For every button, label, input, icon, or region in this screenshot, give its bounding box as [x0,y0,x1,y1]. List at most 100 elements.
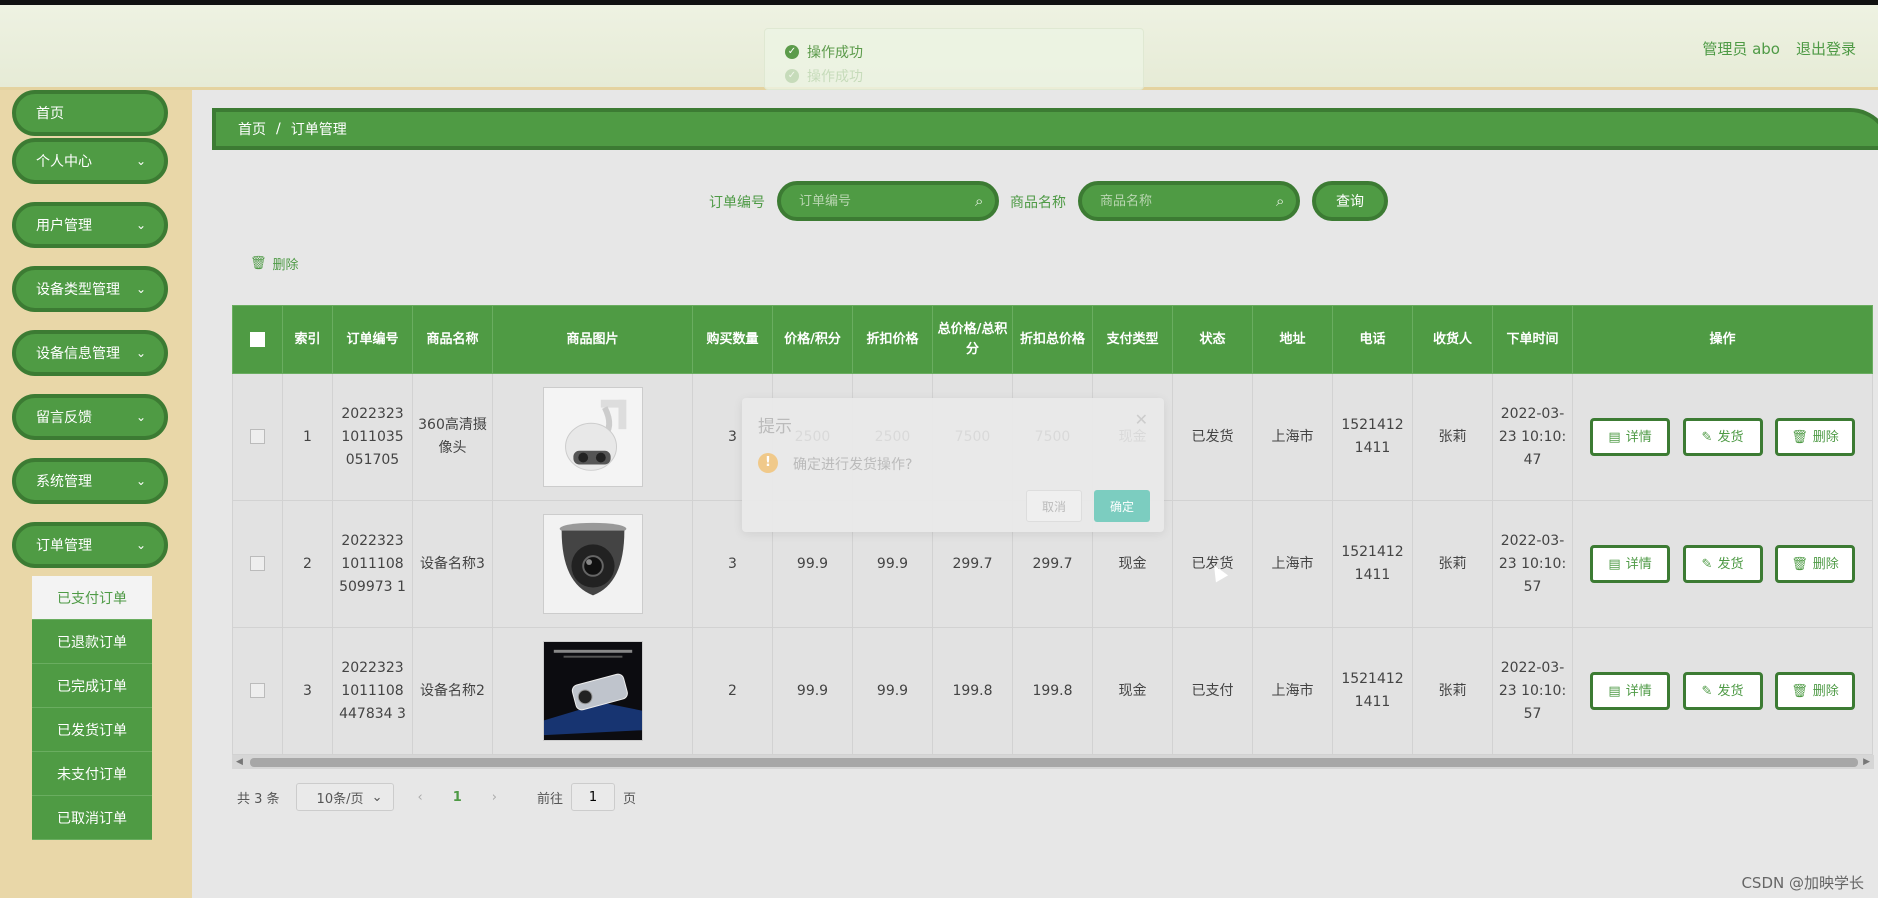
submenu-refunded-orders[interactable]: 已退款订单 [32,620,152,664]
sidebar-item-orders[interactable]: 订单管理 ⌄ [12,522,168,568]
cell-phone: 15214121411 [1332,627,1413,755]
sidebar-item-personal-center[interactable]: 个人中心 ⌄ [12,138,168,184]
document-icon: ▤ [1608,429,1621,445]
bulk-delete-button[interactable]: 🗑 删除 [250,254,299,273]
column-header: 订单编号 [332,305,413,374]
cell-address: 上海市 [1252,500,1333,628]
detail-button[interactable]: ▤ 详情 [1590,672,1671,710]
column-header: 商品图片 [492,305,693,374]
column-header: 总价格/总积分 [932,305,1013,374]
sidebar-item-system[interactable]: 系统管理 ⌄ [12,458,168,504]
pagination: 共 3 条 10条/页 ⌄ ‹ 1 › 前往 页 [237,782,636,812]
sidebar-item-device-info[interactable]: 设备信息管理 ⌄ [12,330,168,376]
delete-button[interactable]: 🗑 删除 [1774,672,1855,710]
cell-address: 上海市 [1252,627,1333,755]
logout-link[interactable]: 退出登录 [1796,38,1856,59]
cell-actions: ▤ 详情 ✎ 发货 🗑 删除 [1572,627,1873,755]
goto-page-input[interactable] [571,783,616,811]
trash-icon: 🗑 [1791,683,1808,699]
delete-button[interactable]: 🗑 删除 [1774,545,1855,583]
close-icon[interactable]: ✕ [1135,410,1148,429]
ship-button[interactable]: ✎ 发货 [1682,545,1763,583]
chevron-down-icon: ⌄ [135,410,146,424]
detail-label: 详情 [1625,683,1652,699]
scroll-left-icon[interactable]: ◀ [236,755,243,769]
document-icon: ▤ [1608,556,1621,572]
cell-image [492,373,693,501]
cell-time: 2022-03-23 10:10:57 [1492,500,1573,628]
cell-order-no: 20223231011035051705 [332,373,413,501]
sidebar-item-label: 系统管理 [36,474,92,490]
header-user-name: 管理员 abo [1702,40,1780,58]
page-size-select[interactable]: 10条/页 ⌄ [295,783,394,811]
cell-actions: ▤ 详情 ✎ 发货 🗑 删除 [1572,500,1873,628]
search-icon: ⌕ [1276,192,1285,210]
horizontal-scrollbar[interactable]: ◀ ▶ [232,755,1874,769]
submenu-shipped-orders[interactable]: 已发货订单 [32,708,152,752]
page-number[interactable]: 1 [453,790,462,805]
edit-icon: ✎ [1701,429,1713,445]
toast-text: 操作成功 [807,45,863,61]
cell-discount-price: 99.9 [852,627,933,755]
column-header: 地址 [1252,305,1333,374]
row-checkbox[interactable] [250,429,265,444]
search-icon: ⌕ [975,192,984,210]
next-page-icon[interactable]: › [492,790,497,805]
cell-index: 3 [282,627,333,755]
sidebar-item-label: 留言反馈 [36,410,92,426]
cell-index: 1 [282,373,333,501]
prev-page-icon[interactable]: ‹ [418,790,423,805]
detail-button[interactable]: ▤ 详情 [1590,545,1671,583]
ship-button[interactable]: ✎ 发货 [1682,418,1763,456]
select-all-cell [232,305,283,374]
confirm-dialog: 提示 ✕ ! 确定进行发货操作? 取消 确定 [742,398,1164,532]
chevron-down-icon: ⌄ [135,282,146,296]
delete-button[interactable]: 🗑 删除 [1774,418,1855,456]
toast-message: ✓ 操作成功 [785,42,863,62]
column-header: 支付类型 [1092,305,1173,374]
dialog-message: 确定进行发货操作? [793,457,913,473]
column-header: 折扣总价格 [1012,305,1093,374]
cell-index: 2 [282,500,333,628]
row-checkbox[interactable] [250,556,265,571]
cell-status: 已发货 [1172,500,1253,628]
dialog-confirm-button[interactable]: 确定 [1094,490,1150,522]
row-checkbox[interactable] [250,683,265,698]
ship-button[interactable]: ✎ 发货 [1682,672,1763,710]
column-header: 索引 [282,305,333,374]
sidebar-item-feedback[interactable]: 留言反馈 ⌄ [12,394,168,440]
submenu-completed-orders[interactable]: 已完成订单 [32,664,152,708]
pagination-total: 共 3 条 [237,791,280,807]
sidebar-item-device-type[interactable]: 设备类型管理 ⌄ [12,266,168,312]
sidebar-item-home[interactable]: 首页 [12,90,168,136]
detail-button[interactable]: ▤ 详情 [1590,418,1671,456]
success-toast: ✓ 操作成功 ✓ 操作成功 [764,28,1144,90]
query-button[interactable]: 查询 [1312,181,1388,221]
chevron-down-icon: ⌄ [135,346,146,360]
toast-text: 操作成功 [807,69,863,85]
submenu-paid-orders[interactable]: 已支付订单 [32,576,152,620]
table-row: 3 20223231011108447834 3 设备名称2 2 99.9 99… [232,627,1873,755]
breadcrumb-home[interactable]: 首页 [238,119,266,139]
submenu-unpaid-orders[interactable]: 未支付订单 [32,752,152,796]
submenu-cancelled-orders[interactable]: 已取消订单 [32,796,152,840]
check-circle-icon: ✓ [785,45,799,59]
sidebar-item-label: 个人中心 [36,154,92,170]
edit-icon: ✎ [1701,556,1713,572]
table-header-row: 索引 订单编号 商品名称 商品图片 购买数量 价格/积分 折扣价格 总价格/总积… [232,305,1873,374]
scrollbar-thumb[interactable] [250,758,1858,767]
watermark: CSDN @加映学长 [1741,874,1864,892]
product-name-input[interactable] [1078,181,1300,221]
detail-label: 详情 [1625,429,1652,445]
order-no-label: 订单编号 [709,195,765,211]
dialog-cancel-button[interactable]: 取消 [1026,490,1082,522]
order-no-input[interactable] [777,181,999,221]
select-all-checkbox[interactable] [250,331,265,347]
breadcrumb: 首页 / 订单管理 [212,108,1878,150]
column-header: 下单时间 [1492,305,1573,374]
column-header: 操作 [1572,305,1873,374]
sidebar-item-label: 首页 [36,106,64,122]
detail-label: 详情 [1625,556,1652,572]
scroll-right-icon[interactable]: ▶ [1863,755,1870,769]
sidebar-item-user-management[interactable]: 用户管理 ⌄ [12,202,168,248]
